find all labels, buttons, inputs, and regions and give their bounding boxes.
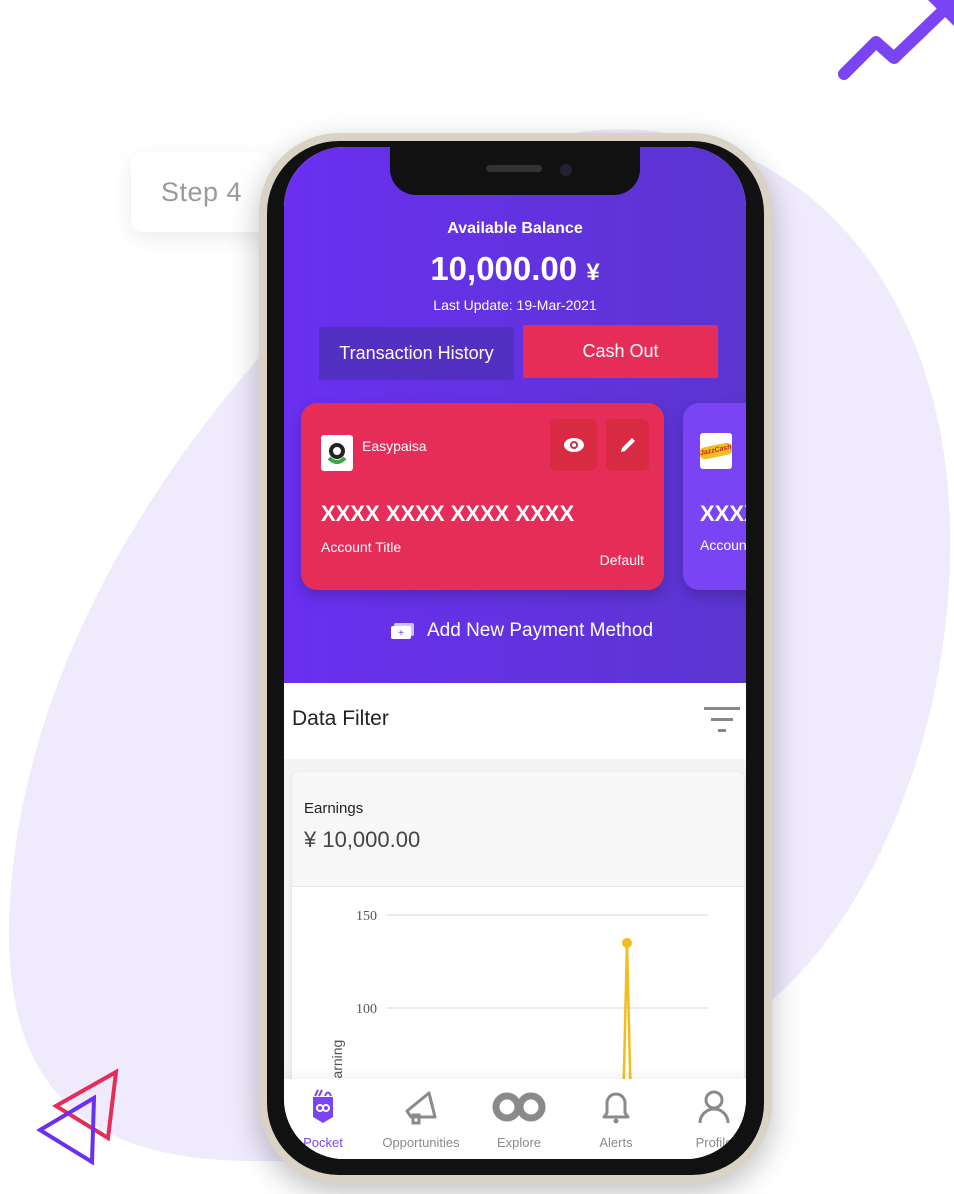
transaction-history-button[interactable]: Transaction History [319, 327, 514, 380]
megaphone-icon [405, 1091, 437, 1125]
default-badge: Default [599, 552, 644, 568]
provider-name: Easypaisa [362, 438, 427, 454]
bell-icon [602, 1092, 630, 1124]
add-payment-label: Add New Payment Method [427, 620, 654, 641]
edit-button[interactable] [606, 419, 649, 471]
svg-text:+: + [398, 628, 404, 639]
trend-up-icon [838, 0, 954, 80]
amount-value: 10,000.00 [430, 250, 578, 287]
jazzcash-logo: JazzCash [700, 433, 732, 469]
nav-label: Profile [695, 1135, 733, 1150]
camera [560, 164, 572, 176]
balance-amount: 10,000.00 ¥ [284, 250, 746, 288]
data-filter-bar: Data Filter [284, 683, 746, 759]
user-icon [698, 1090, 730, 1124]
triangles-logo-icon [36, 1068, 119, 1166]
speaker [486, 165, 542, 172]
nav-label: Alerts [599, 1135, 633, 1150]
earnings-amount: ¥ 10,000.00 [304, 827, 421, 852]
add-payment-method-button[interactable]: + Add New Payment Method [391, 620, 653, 642]
provider-name: JazzCash [700, 441, 732, 461]
app-screen: Available Balance 10,000.00 ¥ Last Updat… [284, 147, 746, 1159]
y-tick-label: 150 [356, 909, 377, 924]
balance-title: Available Balance [447, 220, 583, 237]
balance-header: Available Balance 10,000.00 ¥ Last Updat… [284, 147, 746, 683]
cash-out-button[interactable]: Cash Out [523, 325, 718, 378]
data-point [622, 937, 632, 948]
add-card-icon: + [391, 623, 414, 639]
y-tick-label: 100 [356, 1002, 377, 1017]
infinity-link-icon [492, 1092, 546, 1122]
earnings-label: Earnings [304, 800, 364, 817]
card-number: XXXX XXXX XXXX XXXX [321, 501, 575, 526]
last-update: Last Update: 19-Mar-2021 [433, 297, 597, 313]
pencil-icon [620, 438, 635, 452]
bottom-nav: Pocket Opportunities Explore Alerts Prof… [284, 1079, 746, 1159]
nav-label: Explore [496, 1135, 542, 1150]
nav-label: Pocket [303, 1135, 343, 1150]
filter-title: Data Filter [292, 707, 389, 730]
card-number: XXXX XXXX XXXX XXXX [700, 501, 746, 526]
account-title: Account Title [700, 537, 746, 553]
payment-card-jazzcash[interactable]: JazzCash XXXX XXXX XXXX XXXX Account Tit… [683, 403, 746, 590]
nav-label: Opportunities [382, 1135, 460, 1150]
pocket-icon [313, 1089, 333, 1123]
account-title: Account Title [321, 539, 402, 555]
easypaisa-logo [321, 435, 353, 471]
payment-card-easypaisa[interactable]: Easypaisa XXXX XXXX XXXX XXXX Account Ti… [301, 403, 664, 590]
filter-icon[interactable] [704, 707, 740, 733]
currency-symbol: ¥ [586, 259, 600, 286]
step-badge: Step 4 [131, 152, 272, 232]
view-button[interactable] [550, 419, 597, 471]
eye-icon [563, 438, 584, 452]
